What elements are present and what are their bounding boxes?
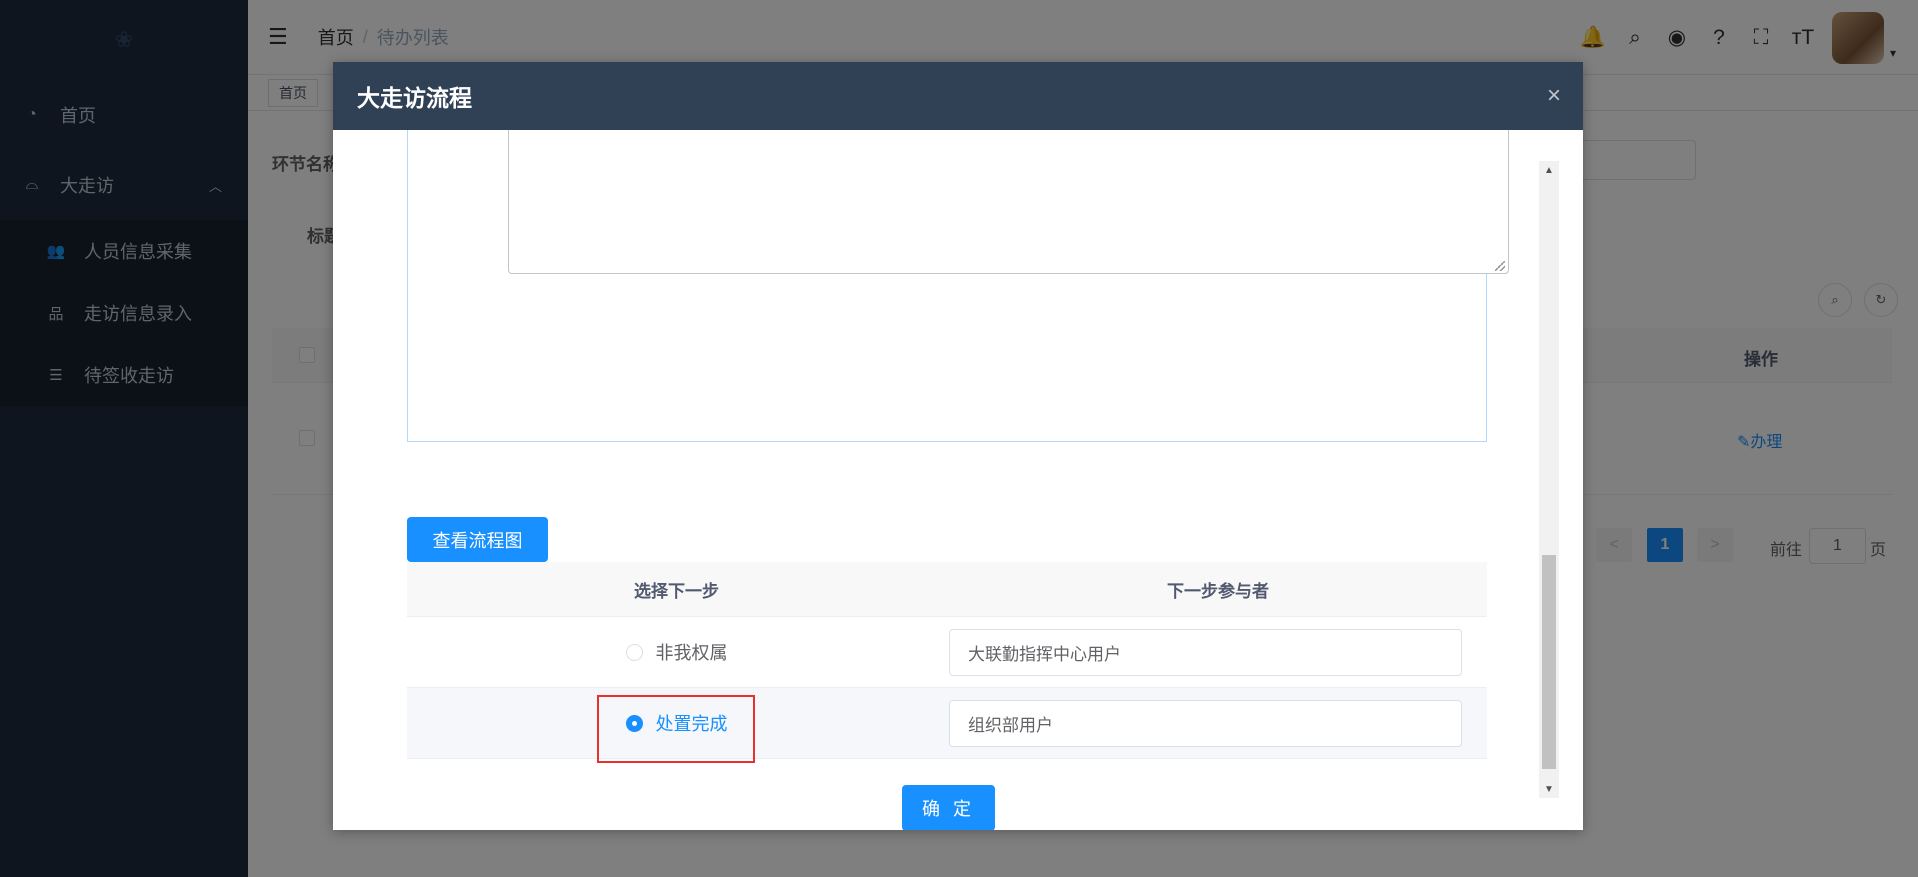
opinion-card: [407, 130, 1509, 442]
opinion-textarea[interactable]: [508, 130, 1509, 274]
dialog-scrollbar[interactable]: ▲ ▼: [1539, 161, 1559, 798]
view-flowchart-button[interactable]: 查看流程图: [407, 517, 548, 562]
radio-circle-icon: [625, 643, 643, 661]
column-header-participant: 下一步参与者: [1167, 581, 1269, 601]
scrollbar-thumb[interactable]: [1542, 555, 1556, 769]
confirm-button[interactable]: 确 定: [902, 785, 995, 830]
selection-highlight-box: [597, 695, 755, 763]
process-dialog: 大走访流程 × 查看流程图 选择下一步 下一步参与者 非我权属 大联勤指挥中心用…: [333, 62, 1583, 830]
participant-field[interactable]: 组织部用户: [949, 699, 1462, 747]
table-row: 处置完成 组织部用户: [407, 688, 1487, 759]
column-header-next-step: 选择下一步: [634, 581, 719, 601]
close-icon[interactable]: ×: [1547, 82, 1561, 110]
next-step-table: 选择下一步 下一步参与者 非我权属 大联勤指挥中心用户 处置完成 组织部用户: [407, 562, 1487, 759]
table-cell-participant: 组织部用户: [946, 699, 1487, 747]
resize-handle-icon[interactable]: [1495, 261, 1505, 271]
dialog-body: 查看流程图 选择下一步 下一步参与者 非我权属 大联勤指挥中心用户 处置完成 组…: [333, 130, 1583, 830]
table-cell-participant: 大联勤指挥中心用户: [946, 628, 1487, 676]
scroll-up-icon[interactable]: ▲: [1539, 161, 1559, 179]
table-header: 选择下一步 下一步参与者: [407, 562, 1487, 617]
radio-option-not-mine[interactable]: 非我权属: [625, 639, 728, 665]
scroll-down-icon[interactable]: ▼: [1539, 780, 1559, 798]
participant-field[interactable]: 大联勤指挥中心用户: [949, 628, 1462, 676]
radio-label: 非我权属: [655, 643, 728, 663]
dialog-header: 大走访流程 ×: [333, 62, 1583, 130]
dialog-title: 大走访流程: [357, 85, 472, 111]
table-row: 非我权属 大联勤指挥中心用户: [407, 617, 1487, 688]
table-cell-option: 非我权属: [407, 639, 946, 665]
